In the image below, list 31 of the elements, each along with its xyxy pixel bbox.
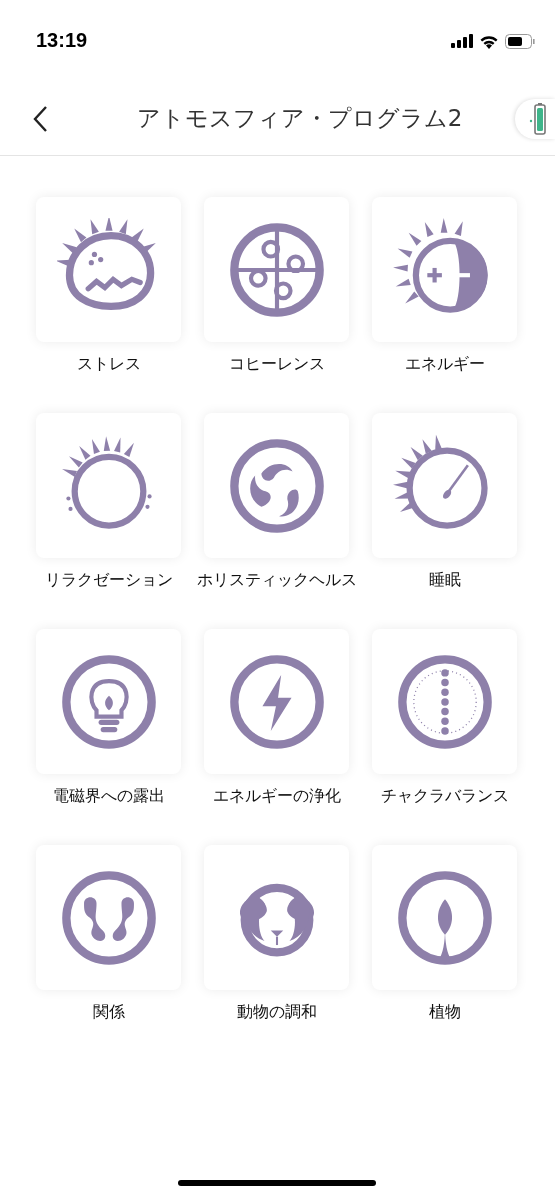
program-card[interactable] (204, 845, 349, 990)
program-label: リラクゼーション (44, 570, 173, 591)
program-label: 動物の調和 (236, 1002, 317, 1023)
signal-icon (451, 34, 473, 48)
program-label: ホリスティックヘルス (196, 570, 357, 591)
program-label: 関係 (92, 1002, 125, 1023)
program-label: エネルギー (404, 354, 485, 375)
program-label: 睡眠 (428, 570, 461, 591)
program-card[interactable] (372, 629, 517, 774)
battery-icon (505, 33, 535, 49)
program-card[interactable] (204, 197, 349, 342)
program-card[interactable] (36, 413, 181, 558)
program-card[interactable] (204, 629, 349, 774)
device-battery-icon (529, 101, 549, 136)
wifi-icon (479, 33, 499, 49)
program-label: コヒーレンス (228, 354, 325, 375)
screen-title: アトモスフィア・プログラム2 (135, 104, 464, 133)
program-card[interactable] (372, 845, 517, 990)
program-label: エネルギーの浄化 (212, 786, 341, 807)
program-label: チャクラバランス (380, 786, 509, 807)
program-card[interactable] (36, 197, 181, 342)
program-label: 植物 (428, 1002, 461, 1023)
program-card[interactable] (372, 197, 517, 342)
program-card[interactable] (204, 413, 349, 558)
program-label: 電磁界への露出 (52, 786, 165, 807)
status-time: 13:19 (36, 28, 88, 52)
back-icon (32, 104, 48, 133)
program-card[interactable] (372, 413, 517, 558)
program-card[interactable] (36, 629, 181, 774)
program-card[interactable] (36, 845, 181, 990)
program-label: ストレス (76, 354, 141, 375)
